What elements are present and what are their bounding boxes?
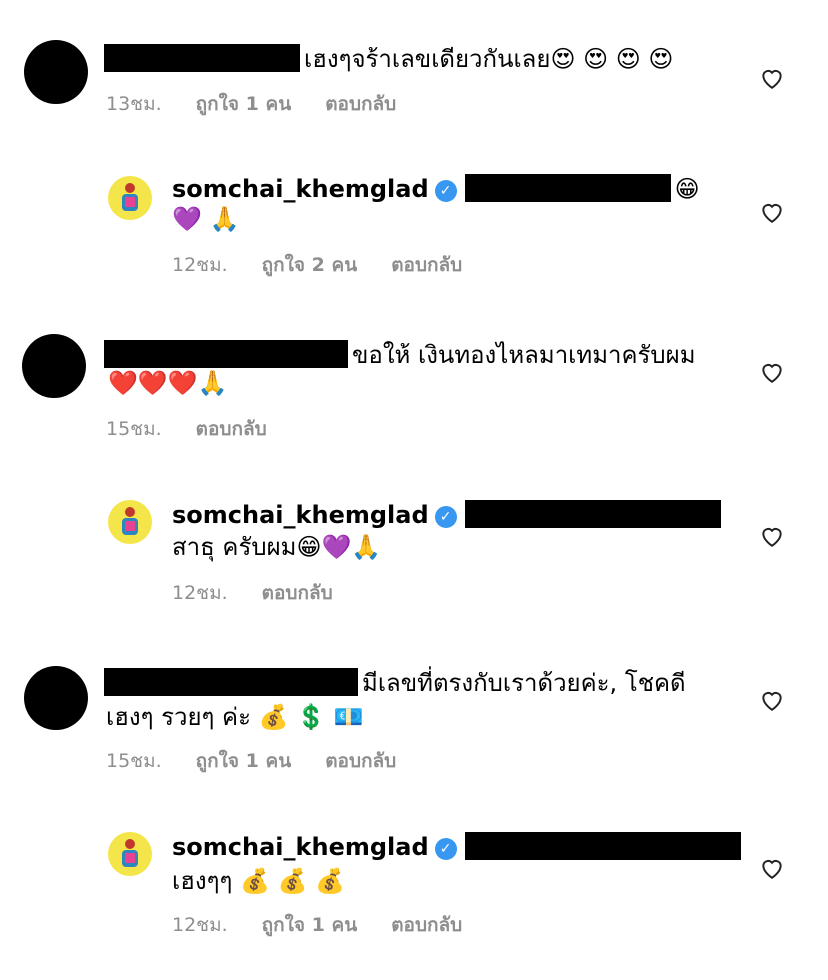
redacted-username	[104, 668, 358, 696]
avatar[interactable]	[108, 832, 152, 876]
avatar-figure-icon	[122, 839, 138, 867]
timestamp: 15ชม.	[106, 418, 162, 440]
reply-button[interactable]: ตอบกลับ	[325, 750, 396, 772]
likes-count[interactable]: ถูกใจ 2 คน	[262, 254, 358, 276]
username[interactable]: somchai_khemglad	[172, 833, 429, 861]
username[interactable]: somchai_khemglad	[172, 501, 429, 529]
likes-count[interactable]: ถูกใจ 1 คน	[262, 914, 358, 936]
reply-text: somchai_khemglad ✓	[172, 498, 725, 532]
redacted-mention	[464, 500, 721, 528]
avatar-figure-icon	[122, 183, 138, 211]
timestamp: 12ชม.	[172, 914, 228, 936]
reply-button[interactable]: ตอบกลับ	[391, 254, 462, 276]
avatar[interactable]	[108, 500, 152, 544]
comment-text-line2: ❤️❤️❤️🙏	[108, 369, 228, 397]
comment-text-line2: เฮงๆ รวยๆ ค่ะ 💰 💲 💶	[106, 703, 364, 731]
heart-icon[interactable]	[759, 687, 785, 713]
comment-meta: 12ชม. ถูกใจ 2 คน ตอบกลับ	[172, 252, 496, 278]
reply-text: somchai_khemglad ✓	[172, 830, 745, 864]
verified-badge-icon: ✓	[434, 506, 457, 528]
reply-text-line2: สาธุ ครับผม😁💜🙏	[172, 533, 382, 561]
timestamp: 13ชม.	[106, 93, 162, 115]
avatar-figure-icon	[122, 507, 138, 535]
avatar[interactable]	[108, 176, 152, 220]
likes-count[interactable]: ถูกใจ 1 คน	[196, 750, 292, 772]
username[interactable]: somchai_khemglad	[172, 175, 429, 203]
comment-emoji: 😍 😍 😍 😍	[550, 45, 674, 73]
comment-text: มีเลขที่ตรงกับเราด้วยค่ะ, โชคดี	[104, 666, 686, 700]
heart-icon[interactable]	[759, 359, 785, 385]
comment-meta: 12ชม. ถูกใจ 1 คน ตอบกลับ	[172, 912, 496, 938]
heart-icon[interactable]	[759, 199, 785, 225]
comment-body: ขอให้ เงินทองไหลมาเทมาครับผม	[352, 341, 696, 369]
avatar[interactable]	[22, 334, 86, 398]
heart-icon[interactable]	[759, 855, 785, 881]
comment-meta: 13ชม. ถูกใจ 1 คน ตอบกลับ	[106, 91, 430, 117]
comment-meta: 15ชม. ถูกใจ 1 คน ตอบกลับ	[106, 748, 430, 774]
reply-button[interactable]: ตอบกลับ	[262, 582, 333, 604]
comment-body: มีเลขที่ตรงกับเราด้วยค่ะ, โชคดี	[362, 669, 686, 697]
comment-emoji: 😁	[674, 175, 700, 203]
redacted-mention	[464, 174, 671, 202]
reply-text-line2: เฮงๆๆ 💰 💰 💰	[172, 867, 345, 895]
verified-badge-icon: ✓	[434, 838, 457, 860]
reply-text-line2: 💜 🙏	[172, 205, 240, 233]
verified-badge-icon: ✓	[434, 180, 457, 202]
comment-text: เฮงๆจร้าเลขเดียวกันเลย😍 😍 😍 😍	[104, 42, 673, 76]
likes-count[interactable]: ถูกใจ 1 คน	[196, 93, 292, 115]
redacted-username	[104, 340, 348, 368]
avatar[interactable]	[24, 666, 88, 730]
timestamp: 12ชม.	[172, 582, 228, 604]
comment-meta: 15ชม. ตอบกลับ	[106, 416, 301, 442]
timestamp: 15ชม.	[106, 750, 162, 772]
avatar[interactable]	[24, 40, 88, 104]
redacted-mention	[464, 832, 741, 860]
reply-text: somchai_khemglad ✓ 😁	[172, 172, 700, 206]
redacted-username	[104, 44, 300, 72]
reply-button[interactable]: ตอบกลับ	[391, 914, 462, 936]
comment-meta: 12ชม. ตอบกลับ	[172, 580, 367, 606]
heart-icon[interactable]	[759, 523, 785, 549]
timestamp: 12ชม.	[172, 254, 228, 276]
reply-button[interactable]: ตอบกลับ	[196, 418, 267, 440]
heart-icon[interactable]	[759, 65, 785, 91]
comment-body: เฮงๆจร้าเลขเดียวกันเลย	[304, 45, 551, 73]
reply-button[interactable]: ตอบกลับ	[325, 93, 396, 115]
